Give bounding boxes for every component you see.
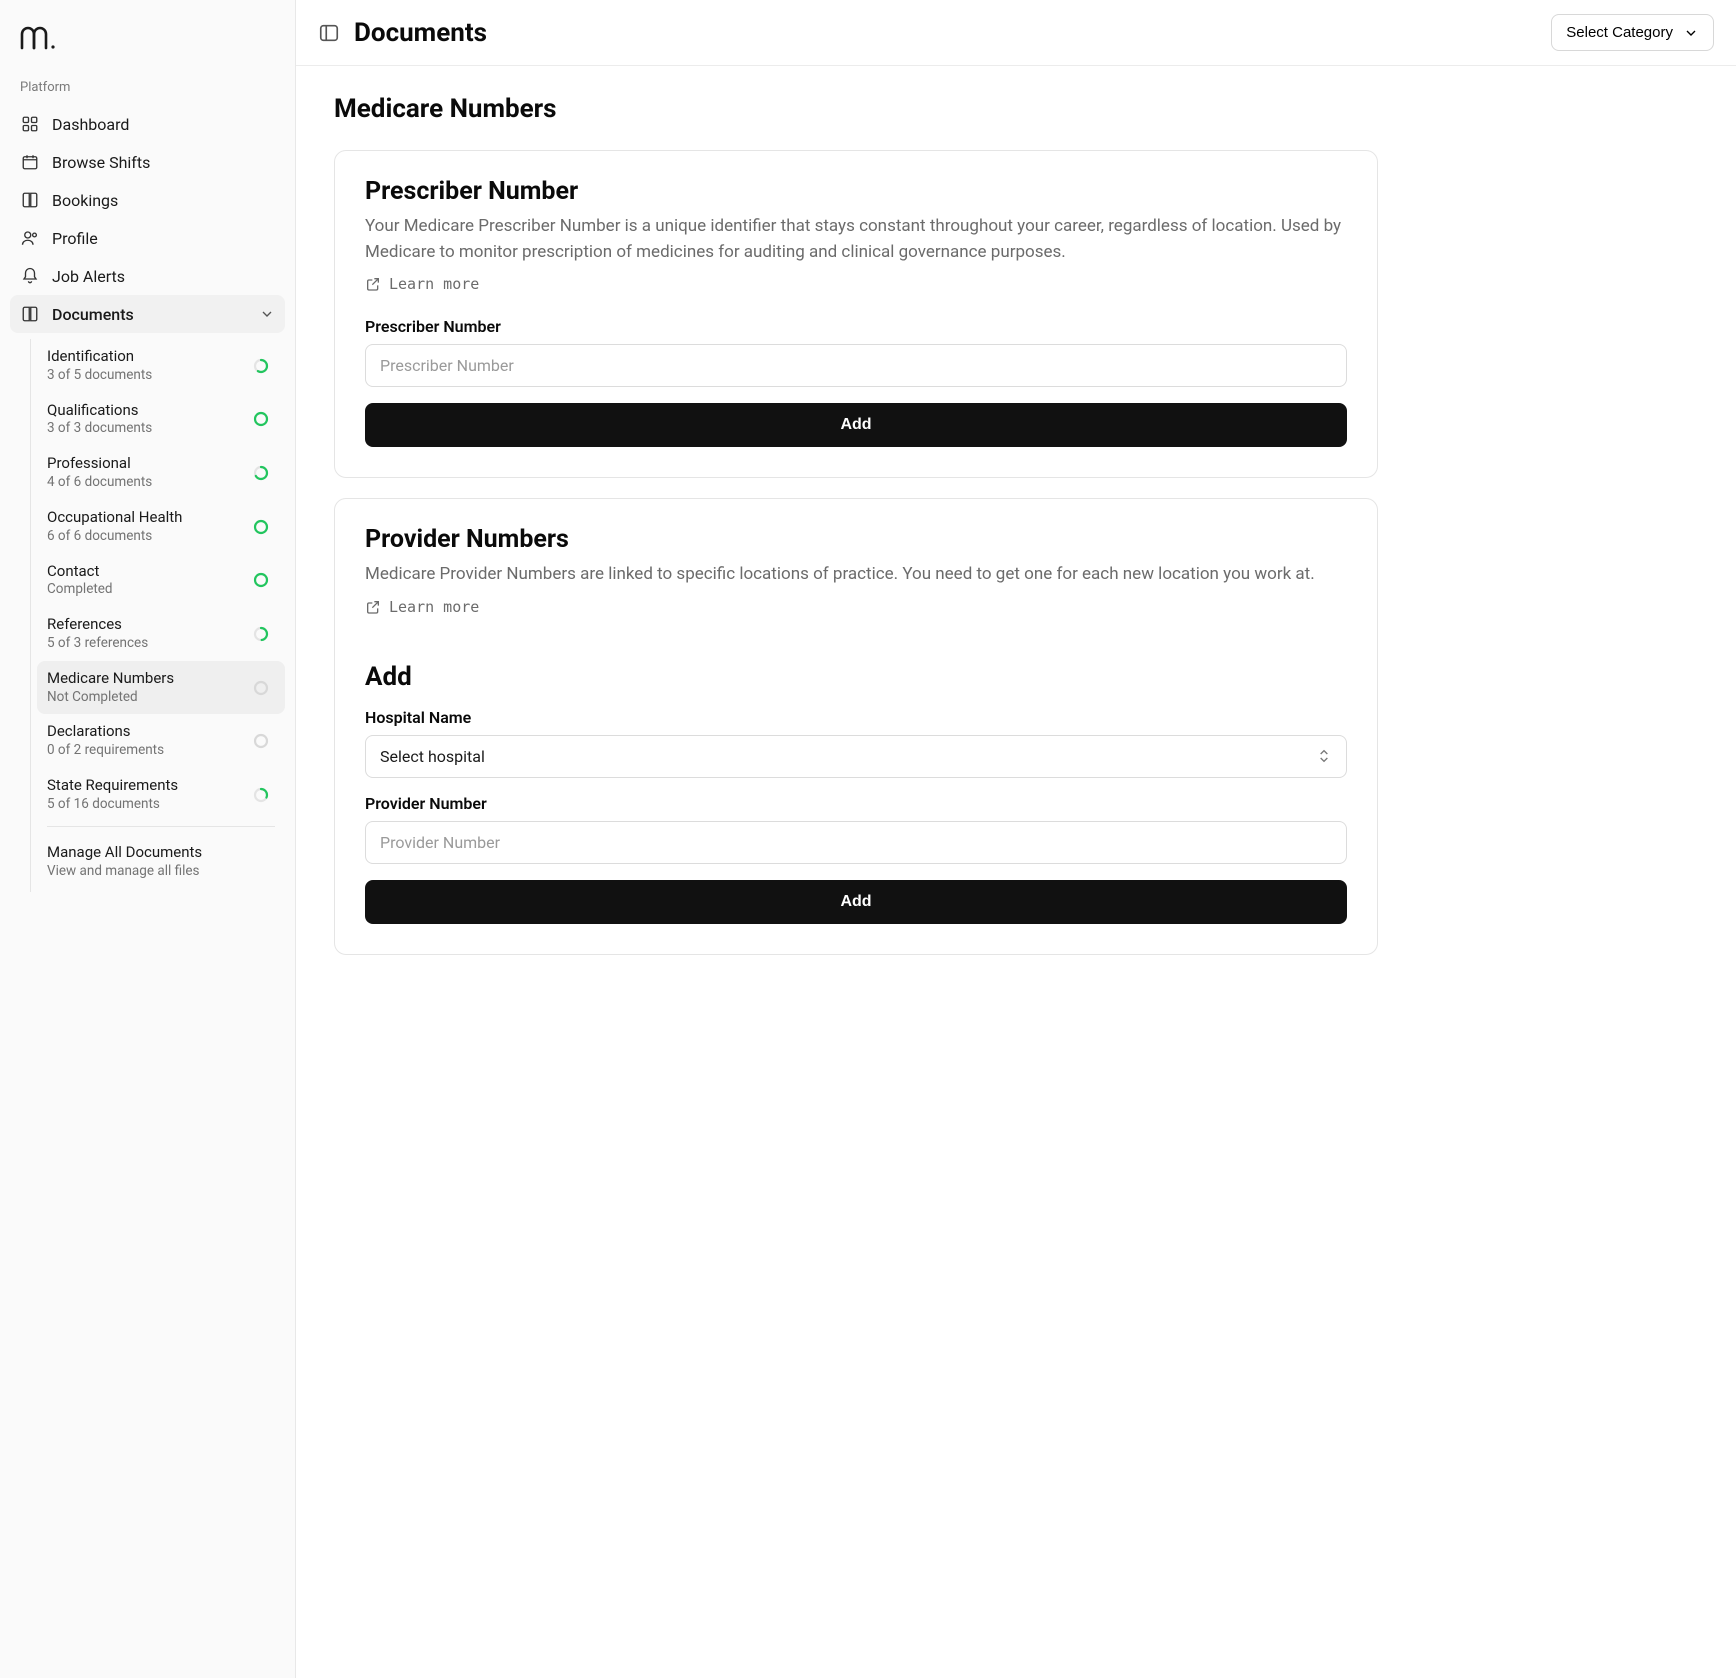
sidebar-item-label: Job Alerts [52, 267, 125, 286]
sub-item-references[interactable]: References 5 of 3 references [37, 607, 285, 661]
sub-item-subtitle: 6 of 6 documents [47, 527, 243, 546]
chevron-down-icon [259, 306, 275, 322]
provider-number-input[interactable] [365, 821, 1347, 864]
topbar-title: Documents [354, 18, 487, 48]
progress-ring-icon [253, 465, 269, 481]
prescriber-description: Your Medicare Prescriber Number is a uni… [365, 214, 1347, 265]
progress-ring-icon [253, 680, 269, 696]
external-link-icon [365, 276, 381, 292]
chevrons-up-down-icon [1316, 748, 1332, 764]
select-category-label: Select Category [1566, 24, 1673, 41]
sub-item-manage-all[interactable]: Manage All Documents View and manage all… [37, 831, 285, 893]
topbar: Documents Select Category [296, 0, 1736, 66]
hospital-name-label: Hospital Name [365, 708, 1347, 727]
progress-ring-icon [253, 411, 269, 427]
page-title: Medicare Numbers [334, 94, 1378, 124]
chevron-down-icon [1683, 25, 1699, 41]
sub-item-subtitle: 4 of 6 documents [47, 473, 243, 492]
progress-ring-icon [253, 733, 269, 749]
main: Documents Select Category Medicare Numbe… [296, 0, 1736, 1678]
documents-subnav: Identification 3 of 5 documents Qualific… [30, 339, 285, 892]
prescriber-card: Prescriber Number Your Medicare Prescrib… [334, 150, 1378, 478]
progress-ring-icon [253, 519, 269, 535]
sub-item-subtitle: 3 of 3 documents [47, 419, 243, 438]
documents-icon [20, 304, 40, 324]
sub-item-state-requirements[interactable]: State Requirements 5 of 16 documents [37, 768, 285, 822]
sub-item-subtitle: 3 of 5 documents [47, 366, 243, 385]
sub-item-subtitle: 5 of 16 documents [47, 795, 243, 814]
progress-ring-icon [253, 626, 269, 642]
prescriber-number-label: Prescriber Number [365, 317, 1347, 336]
sub-item-title: Contact [47, 562, 243, 581]
provider-description: Medicare Provider Numbers are linked to … [365, 562, 1347, 588]
calendar-search-icon [20, 152, 40, 172]
dashboard-icon [20, 114, 40, 134]
sub-item-title: Professional [47, 454, 243, 473]
sub-item-qualifications[interactable]: Qualifications 3 of 3 documents [37, 393, 285, 447]
sidebar-item-profile[interactable]: Profile [10, 219, 285, 257]
bell-icon [20, 266, 40, 286]
sub-item-title: Occupational Health [47, 508, 243, 527]
sub-item-title: Manage All Documents [47, 843, 275, 862]
sub-item-subtitle: Not Completed [47, 688, 243, 707]
sub-item-occupational-health[interactable]: Occupational Health 6 of 6 documents [37, 500, 285, 554]
prescriber-number-input[interactable] [365, 344, 1347, 387]
divider [47, 826, 275, 827]
select-category-button[interactable]: Select Category [1551, 14, 1714, 51]
sub-item-medicare-numbers[interactable]: Medicare Numbers Not Completed [37, 661, 285, 715]
provider-heading: Provider Numbers [365, 525, 1347, 554]
panel-left-icon[interactable] [318, 22, 340, 44]
sidebar-item-browse-shifts[interactable]: Browse Shifts [10, 143, 285, 181]
sub-item-subtitle: Completed [47, 580, 243, 599]
sub-item-title: Qualifications [47, 401, 243, 420]
hospital-select[interactable]: Select hospital [365, 735, 1347, 778]
content: Medicare Numbers Prescriber Number Your … [296, 66, 1416, 1023]
app-logo [10, 18, 285, 76]
progress-ring-icon [253, 572, 269, 588]
sub-item-declarations[interactable]: Declarations 0 of 2 requirements [37, 714, 285, 768]
prescriber-heading: Prescriber Number [365, 177, 1347, 206]
prescriber-learn-more-link[interactable]: Learn more [365, 275, 479, 293]
sub-item-contact[interactable]: Contact Completed [37, 554, 285, 608]
sub-item-title: References [47, 615, 243, 634]
book-icon [20, 190, 40, 210]
sub-item-subtitle: 0 of 2 requirements [47, 741, 243, 760]
sub-item-identification[interactable]: Identification 3 of 5 documents [37, 339, 285, 393]
user-icon [20, 228, 40, 248]
sidebar-item-bookings[interactable]: Bookings [10, 181, 285, 219]
sidebar-item-dashboard[interactable]: Dashboard [10, 105, 285, 143]
sub-item-title: Identification [47, 347, 243, 366]
sidebar-item-label: Browse Shifts [52, 153, 150, 172]
sidebar-item-label: Profile [52, 229, 98, 248]
sidebar-item-label: Bookings [52, 191, 118, 210]
provider-add-heading: Add [365, 662, 1347, 692]
provider-number-label: Provider Number [365, 794, 1347, 813]
sub-item-title: Medicare Numbers [47, 669, 243, 688]
sidebar-section-label: Platform [10, 76, 285, 105]
sub-item-professional[interactable]: Professional 4 of 6 documents [37, 446, 285, 500]
external-link-icon [365, 599, 381, 615]
provider-card: Provider Numbers Medicare Provider Numbe… [334, 498, 1378, 955]
prescriber-add-button[interactable]: Add [365, 403, 1347, 447]
sidebar-item-label: Documents [52, 305, 134, 324]
sub-item-subtitle: View and manage all files [47, 862, 275, 881]
hospital-select-value: Select hospital [380, 747, 485, 766]
sidebar-item-label: Dashboard [52, 115, 129, 134]
learn-more-label: Learn more [389, 598, 479, 616]
sub-item-title: State Requirements [47, 776, 243, 795]
learn-more-label: Learn more [389, 275, 479, 293]
progress-ring-icon [253, 358, 269, 374]
provider-learn-more-link[interactable]: Learn more [365, 598, 479, 616]
sidebar: Platform Dashboard Browse Shifts Booking… [0, 0, 296, 1678]
progress-ring-icon [253, 787, 269, 803]
sidebar-item-documents[interactable]: Documents [10, 295, 285, 333]
provider-add-button[interactable]: Add [365, 880, 1347, 924]
sub-item-subtitle: 5 of 3 references [47, 634, 243, 653]
sub-item-title: Declarations [47, 722, 243, 741]
sidebar-item-job-alerts[interactable]: Job Alerts [10, 257, 285, 295]
